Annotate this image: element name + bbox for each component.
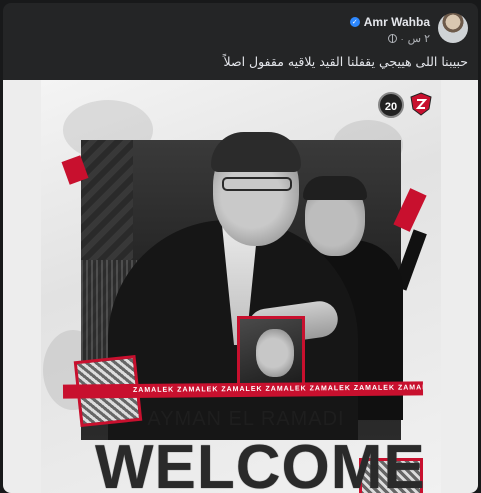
coach-glasses [222,177,292,191]
poster-headline: WELCOME [95,433,426,493]
post-text: حبيبنا اللى هييجي يقفلنا القيد يلاقيه مق… [223,54,469,69]
post-meta: ٢ س · [387,32,430,45]
author-row: Amr Wahba ✓ [349,15,430,29]
verified-badge-icon: ✓ [349,17,360,27]
globe-icon[interactable] [387,34,397,43]
assistant-hair [303,176,367,200]
inset-face [256,329,294,377]
zamalek-crest-icon [410,92,432,116]
author-name[interactable]: Amr Wahba [364,15,430,29]
20-anniversary-badge-icon: 20 [378,92,404,118]
poster-subtitle: AYMAN EL RAMADI [147,408,345,430]
post-header: Amr Wahba ✓ ٢ س · حبيبنا اللى هييجي يقفل… [3,3,478,79]
post-image[interactable]: 20 ZAMALEK ZAMALEK ZAMALEK ZAMALEK ZAMAL… [3,80,478,493]
inset-photo [237,316,305,388]
meta-separator: · [400,33,404,44]
author-avatar[interactable] [438,13,468,43]
post-card: Amr Wahba ✓ ٢ س · حبيبنا اللى هييجي يقفل… [3,3,478,493]
post-timestamp[interactable]: ٢ س [408,32,430,45]
coach-hair [211,132,301,172]
